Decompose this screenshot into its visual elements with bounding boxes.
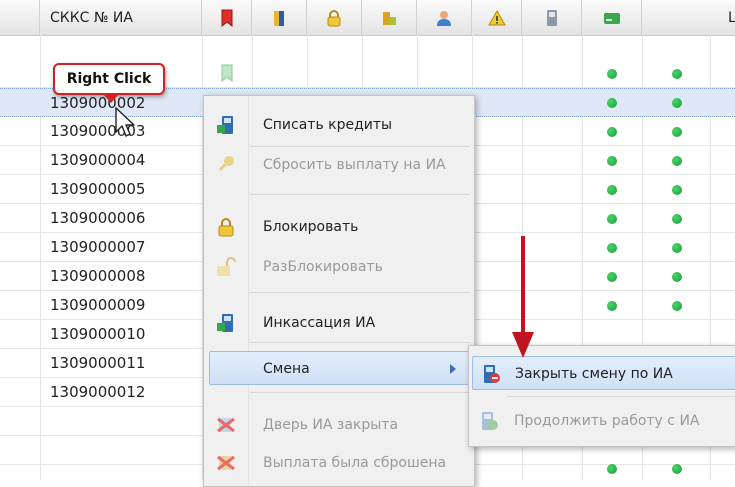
header-bookmark-column[interactable] [202, 0, 252, 35]
row-id: 1309000011 [50, 354, 146, 372]
status-dot [672, 301, 682, 311]
mouse-cursor-icon [115, 107, 135, 137]
tooltip-label: Right Click [66, 71, 152, 87]
menu-item-unblock[interactable]: РазБлокировать [204, 250, 474, 284]
menu-item-label: Выплата была сброшена [263, 455, 447, 471]
payout-reset-icon [217, 455, 235, 471]
header-warning-column[interactable] [472, 0, 522, 35]
status-dot [672, 243, 682, 253]
header-card-column[interactable] [582, 0, 642, 35]
header-id-column[interactable]: СККС № ИА [40, 0, 202, 35]
menu-item-encashment[interactable]: Инкассация ИА [204, 306, 474, 340]
status-dot [672, 464, 682, 474]
menu-item-reset-payout[interactable]: Сбросить выплату на ИА [204, 148, 474, 182]
status-dot [607, 185, 617, 195]
row-id: 1309000007 [50, 238, 146, 256]
menu-item-label: Инкассация ИА [263, 315, 376, 331]
status-dot [672, 69, 682, 79]
submenu-arrow-icon [450, 364, 456, 374]
status-dot [672, 156, 682, 166]
lock-icon [327, 9, 341, 26]
menu-item-label: Дверь ИА закрыта [263, 417, 399, 433]
status-dot [607, 464, 617, 474]
menu-item-payout-reset[interactable]: Выплата была сброшена [204, 446, 474, 480]
menu-item-write-off-credits[interactable]: Списать кредиты [204, 108, 474, 142]
submenu-item-close-shift[interactable]: Закрыть смену по ИА [472, 356, 735, 390]
header-row-number-cell [0, 0, 40, 35]
row-id: 1309000010 [50, 325, 146, 343]
card-icon [603, 12, 620, 24]
status-dot [672, 185, 682, 195]
lock-icon [218, 218, 234, 237]
status-dot [672, 127, 682, 137]
status-dot [607, 214, 617, 224]
menu-item-label: Продолжить работу с ИА [514, 413, 700, 429]
bookmark-icon [221, 64, 233, 82]
terminal-icon [546, 9, 557, 26]
menu-item-block[interactable]: Блокировать [204, 210, 474, 244]
status-dot [607, 69, 617, 79]
coins-icon [383, 11, 396, 25]
door-closed-icon [217, 417, 235, 433]
status-dot [607, 127, 617, 137]
menu-item-label: Сбросить выплату на ИА [263, 157, 446, 173]
header-coins-column[interactable] [362, 0, 417, 35]
status-dot [607, 301, 617, 311]
terminal-cash-icon [217, 314, 233, 332]
header-last-column[interactable]: Ц [642, 0, 735, 35]
status-dot [672, 214, 682, 224]
submenu-item-continue-work[interactable]: Продолжить работу с ИА [469, 404, 735, 438]
continue-work-icon [482, 412, 498, 430]
header-id-label: СККС № ИА [50, 9, 133, 26]
header-last-label: Ц [728, 9, 735, 26]
status-dot [607, 243, 617, 253]
menu-item-label: РазБлокировать [263, 259, 383, 275]
user-icon [437, 10, 451, 26]
row-id: 1309000009 [50, 296, 146, 314]
key-icon [218, 156, 234, 171]
header-user-column[interactable] [417, 0, 472, 35]
close-shift-icon [484, 365, 500, 383]
bookmark-icon [221, 9, 232, 27]
header-terminal-column[interactable] [522, 0, 582, 35]
row-id: 1309000004 [50, 151, 146, 169]
status-dot [607, 98, 617, 108]
menu-item-shift[interactable]: Смена [209, 351, 469, 385]
header-door-column[interactable] [252, 0, 307, 35]
row-id: 1309000005 [50, 180, 146, 198]
annotation-arrow-icon [512, 236, 534, 358]
door-icon [274, 10, 284, 26]
right-click-tooltip: Right Click [53, 63, 165, 103]
grid-header: СККС № ИА Ц [0, 0, 735, 36]
header-lock-column[interactable] [307, 0, 362, 35]
menu-item-label: Закрыть смену по ИА [515, 366, 673, 382]
status-dot [672, 98, 682, 108]
menu-item-door-closed[interactable]: Дверь ИА закрыта [204, 408, 474, 442]
menu-item-label: Смена [263, 361, 310, 377]
warning-icon [487, 9, 506, 25]
unlock-icon [217, 257, 236, 276]
row-id: 1309000012 [50, 383, 146, 401]
status-dot [607, 272, 617, 282]
row-id: 1309000008 [50, 267, 146, 285]
row-id: 1309000006 [50, 209, 146, 227]
menu-item-label: Блокировать [263, 219, 359, 235]
context-menu: Списать кредиты Сбросить выплату на ИА Б… [203, 95, 475, 487]
shift-submenu: Закрыть смену по ИА Продолжить работу с … [468, 345, 735, 447]
terminal-credit-icon [217, 116, 233, 134]
menu-item-label: Списать кредиты [263, 117, 393, 133]
status-dot [607, 156, 617, 166]
status-dot [672, 272, 682, 282]
